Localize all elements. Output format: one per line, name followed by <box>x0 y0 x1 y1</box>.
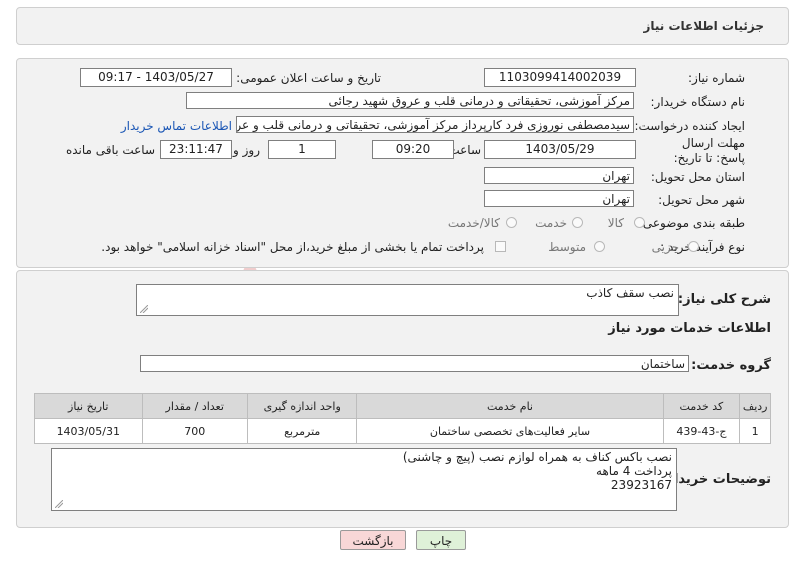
summary-label: شرح کلی نیاز: <box>677 292 771 307</box>
buyer-notes-label: توضیحات خریدار: <box>661 472 771 487</box>
services-section-title: اطلاعات خدمات مورد نیاز <box>608 321 771 336</box>
category-option-service: خدمت <box>535 216 567 230</box>
service-group-label: گروه خدمت: <box>691 358 771 373</box>
buyer-notes-line: نصب باکس کناف به همراه لوازم نصب (پیچ و … <box>402 450 672 464</box>
announce-datetime-label: تاریخ و ساعت اعلان عمومی: <box>236 71 381 85</box>
col-code-header: کد خدمت <box>662 393 741 419</box>
category-radio-service[interactable] <box>572 217 583 228</box>
buyer-notes-line: 23923167 <box>610 478 672 492</box>
process-option-medium: متوسط <box>548 240 586 254</box>
cell-row-number: 1 <box>739 418 771 444</box>
category-option-goods-service: کالا/خدمت <box>447 216 500 230</box>
deadline-date-field: 1403/05/29 <box>484 140 636 159</box>
summary-text: نصب سقف کاذب <box>586 286 674 300</box>
province-field: تهران <box>484 167 634 184</box>
buyer-org-label: نام دستگاه خریدار: <box>650 95 746 109</box>
col-row-header: ردیف <box>739 393 771 419</box>
cell-need-date: 1403/05/31 <box>34 418 143 444</box>
treasury-payment-text: پرداخت تمام یا بخشی از مبلغ خرید،از محل … <box>101 240 484 254</box>
services-table: ردیف کد خدمت نام خدمت واحد اندازه گیری ت… <box>34 393 771 444</box>
remaining-days-field: 1 <box>268 140 336 159</box>
cell-unit: مترمربع <box>246 418 358 444</box>
creator-label: ایجاد کننده درخواست: <box>634 119 745 133</box>
page-header: جزئیات اطلاعات نیاز <box>16 7 789 45</box>
treasury-payment-checkbox[interactable] <box>495 241 506 252</box>
category-label: طبقه بندی موضوعی: <box>638 216 745 230</box>
col-unit-header: واحد اندازه گیری <box>246 393 358 419</box>
back-button[interactable]: بازگشت <box>340 530 406 550</box>
col-name-header: نام خدمت <box>356 393 664 419</box>
process-option-minor: جزیی <box>651 240 679 254</box>
creator-field: سیدمصطفی نوروزی فرد کارپرداز مرکز آموزشی… <box>236 116 634 133</box>
announce-datetime-field: 1403/05/27 - 09:17 <box>80 68 232 87</box>
service-group-field: ساختمان <box>140 355 689 372</box>
cell-quantity: 700 <box>141 418 248 444</box>
city-field: تهران <box>484 190 634 207</box>
remaining-time-label: ساعت باقی مانده <box>65 143 155 157</box>
resize-grip-icon[interactable] <box>55 500 63 508</box>
col-quantity-header: تعداد / مقدار <box>141 393 248 419</box>
city-label: شهر محل تحویل: <box>658 193 745 207</box>
province-label: استان محل تحویل: <box>650 170 745 184</box>
process-radio-medium[interactable] <box>594 241 605 252</box>
page-title: جزئیات اطلاعات نیاز <box>643 19 764 33</box>
category-radio-goods[interactable] <box>634 217 645 228</box>
print-button[interactable]: چاپ <box>416 530 466 550</box>
process-radio-minor[interactable] <box>688 241 699 252</box>
buyer-notes-field: نصب باکس کناف به همراه لوازم نصب (پیچ و … <box>51 448 677 511</box>
cell-service-name: سایر فعالیت‌های تخصصی ساختمان <box>356 418 664 444</box>
services-table-header: ردیف کد خدمت نام خدمت واحد اندازه گیری ت… <box>34 393 771 419</box>
remaining-days-label: روز و <box>233 143 260 157</box>
cell-service-code: ج-43-439 <box>662 418 741 444</box>
deadline-time-field: 09:20 <box>372 140 454 159</box>
col-date-header: تاریخ نیاز <box>34 393 143 419</box>
category-radio-goods-service[interactable] <box>506 217 517 228</box>
category-option-goods: کالا <box>607 216 624 230</box>
table-row: 1 ج-43-439 سایر فعالیت‌های تخصصی ساختمان… <box>34 418 771 444</box>
deadline-label: مهلت ارسال پاسخ: تا تاریخ: <box>673 136 745 165</box>
remaining-time-field: 23:11:47 <box>160 140 232 159</box>
need-number-field: 1103099414002039 <box>484 68 636 87</box>
buyer-contact-link[interactable]: اطلاعات تماس خریدار <box>121 119 232 133</box>
need-number-label: شماره نیاز: <box>688 71 745 85</box>
buyer-notes-line: پرداخت 4 ماهه <box>596 464 672 478</box>
summary-field: نصب سقف کاذب <box>136 284 679 316</box>
buyer-org-field: مرکز آموزشی، تحقیقاتی و درمانی قلب و عرو… <box>186 92 634 109</box>
resize-grip-icon[interactable] <box>140 305 148 313</box>
